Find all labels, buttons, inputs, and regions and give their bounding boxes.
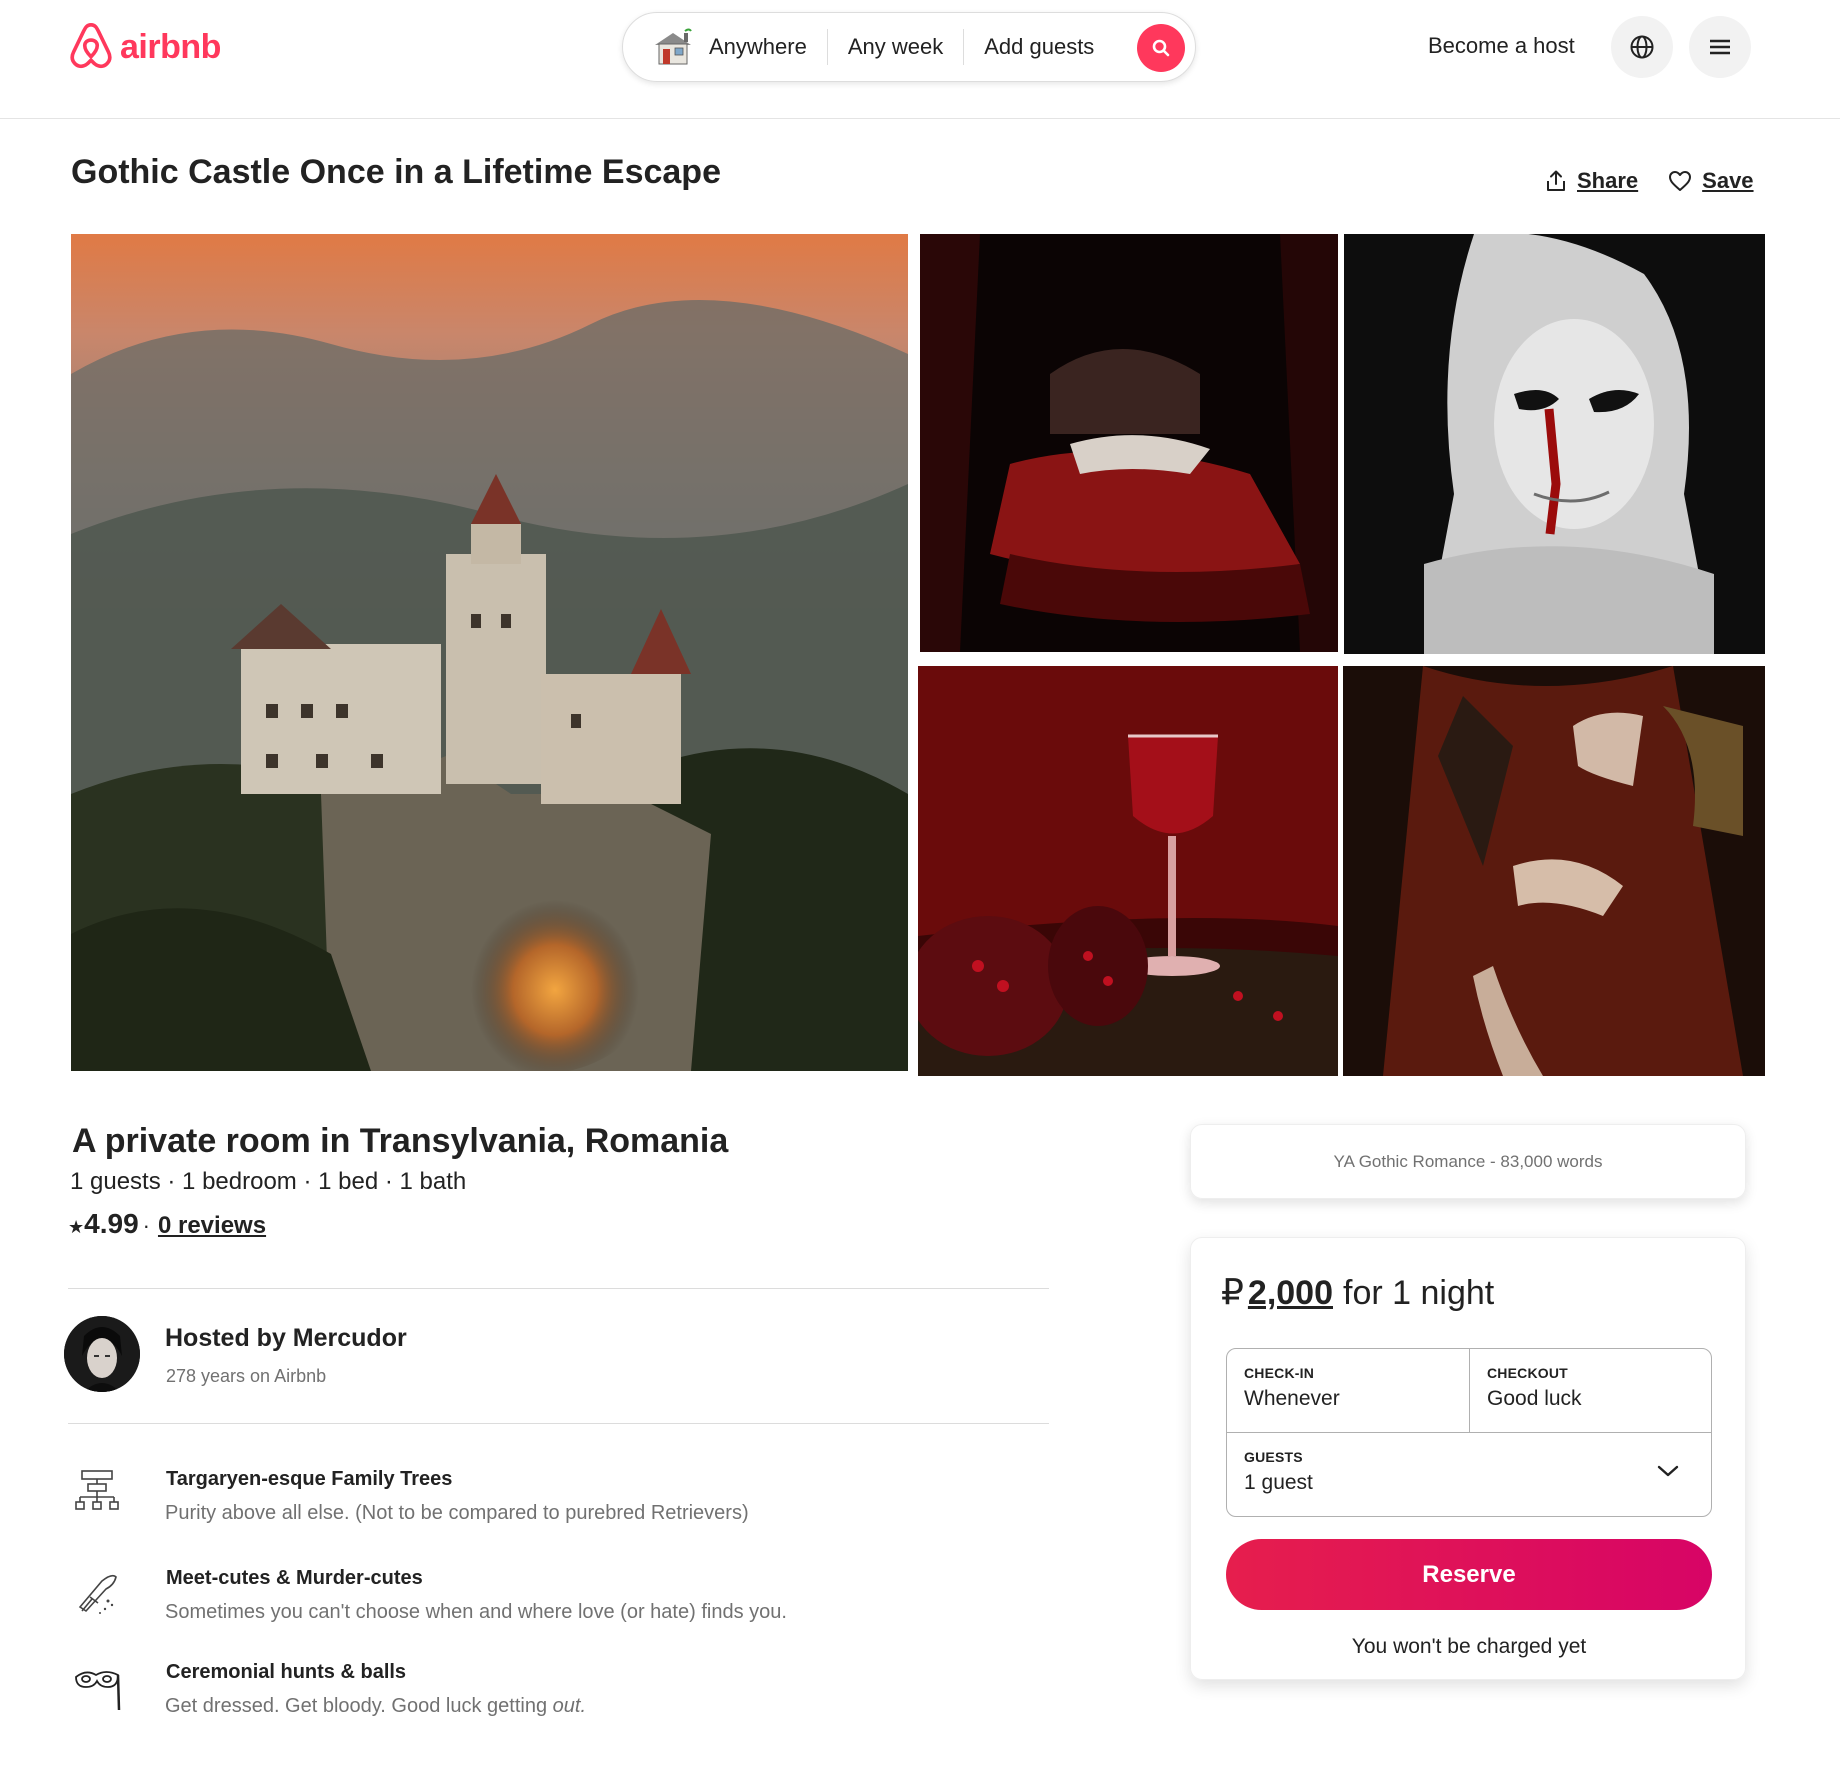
menu-button[interactable] bbox=[1689, 16, 1751, 78]
host-name: Hosted by Mercudor bbox=[165, 1324, 407, 1352]
airbnb-belo-icon bbox=[70, 22, 112, 69]
guests-value: 1 guest bbox=[1244, 1471, 1313, 1494]
currency-symbol: ₽ bbox=[1221, 1271, 1244, 1312]
rating-value: 4.99 bbox=[84, 1208, 139, 1239]
checkout-field[interactable]: CHECKOUT Good luck bbox=[1470, 1349, 1711, 1433]
checkin-value: Whenever bbox=[1244, 1387, 1340, 1410]
listing-title: Gothic Castle Once in a Lifetime Escape bbox=[71, 153, 721, 191]
section-divider bbox=[68, 1288, 1049, 1289]
checkin-label: CHECK-IN bbox=[1244, 1365, 1315, 1381]
price-amount[interactable]: 2,000 bbox=[1248, 1274, 1333, 1313]
price-period: for 1 night bbox=[1343, 1274, 1495, 1312]
host-avatar-image bbox=[64, 1316, 140, 1392]
weeping-statue-image bbox=[1344, 234, 1765, 654]
rating-separator: · bbox=[142, 1213, 150, 1238]
guests-field[interactable]: GUESTS 1 guest bbox=[1227, 1433, 1711, 1516]
feature-title: Ceremonial hunts & balls bbox=[166, 1661, 407, 1683]
no-charge-note: You won't be charged yet bbox=[1351, 1635, 1587, 1658]
listing-actions: Share Save bbox=[1545, 168, 1754, 194]
feature-title: Meet-cutes & Murder-cutes bbox=[166, 1567, 423, 1589]
share-label: Share bbox=[1577, 168, 1639, 193]
rating-row: ★ 4.99 · 0 reviews bbox=[68, 1208, 266, 1240]
knife-icon bbox=[78, 1574, 117, 1614]
save-button[interactable]: Save bbox=[1668, 168, 1754, 194]
wine-photo[interactable] bbox=[918, 666, 1338, 1076]
search-button[interactable] bbox=[1137, 24, 1185, 72]
hamburger-menu-icon bbox=[1710, 39, 1730, 55]
gown-photo[interactable] bbox=[1343, 666, 1765, 1076]
search-dates[interactable]: Any week bbox=[828, 34, 963, 60]
feature-description: Sometimes you can't choose when and wher… bbox=[165, 1601, 787, 1623]
castle-photo[interactable] bbox=[71, 234, 908, 1071]
reserve-button[interactable]: Reserve bbox=[1226, 1539, 1712, 1610]
language-button[interactable] bbox=[1611, 16, 1673, 78]
airbnb-logo[interactable]: airbnb bbox=[68, 22, 221, 72]
date-guest-picker: CHECK-IN Whenever CHECKOUT Good luck GUE… bbox=[1226, 1348, 1712, 1517]
feature-description-text: Get dressed. Get bloody. Good luck getti… bbox=[165, 1695, 553, 1717]
wine-pomegranate-image bbox=[918, 666, 1338, 1076]
feature-description-emphasis: out. bbox=[552, 1695, 586, 1717]
listing-subtitle: A private room in Transylvania, Romania bbox=[72, 1122, 729, 1160]
checkout-value: Good luck bbox=[1487, 1387, 1582, 1410]
heart-icon bbox=[1669, 171, 1692, 191]
share-icon bbox=[1547, 170, 1565, 191]
guests-label: GUESTS bbox=[1244, 1449, 1303, 1465]
feature-title: Targaryen-esque Family Trees bbox=[166, 1468, 453, 1490]
search-icon bbox=[1152, 39, 1170, 57]
statue-photo[interactable] bbox=[1344, 234, 1765, 654]
gothic-bed-image bbox=[920, 234, 1338, 652]
logo-wordmark: airbnb bbox=[120, 27, 221, 66]
gothic-gown-image bbox=[1343, 666, 1765, 1076]
reviews-link[interactable]: 0 reviews bbox=[158, 1212, 266, 1240]
booking-card: ₽ 2,000 for 1 night CHECK-IN Whenever CH… bbox=[1190, 1237, 1746, 1680]
section-divider bbox=[68, 1423, 1049, 1424]
host-tenure: 278 years on Airbnb bbox=[166, 1366, 327, 1386]
host-avatar[interactable] bbox=[64, 1316, 140, 1392]
top-nav: airbnb Anywhere Any week Add guests Beco… bbox=[0, 0, 1840, 119]
globe-icon bbox=[1630, 35, 1654, 59]
become-host-link[interactable]: Become a host bbox=[1428, 33, 1575, 59]
checkin-field[interactable]: CHECK-IN Whenever bbox=[1227, 1349, 1470, 1433]
save-label: Save bbox=[1702, 168, 1754, 193]
share-button[interactable]: Share bbox=[1545, 168, 1638, 194]
bedroom-photo[interactable] bbox=[920, 234, 1338, 652]
castle-image bbox=[71, 234, 908, 1071]
family-tree-icon bbox=[75, 1470, 119, 1510]
search-guests[interactable]: Add guests bbox=[964, 34, 1114, 60]
chevron-down-icon bbox=[1657, 1465, 1679, 1477]
checkout-label: CHECKOUT bbox=[1487, 1365, 1568, 1381]
feature-description: Purity above all else. (Not to be compar… bbox=[165, 1502, 749, 1524]
house-icon bbox=[655, 28, 692, 65]
search-location[interactable]: Anywhere bbox=[695, 34, 827, 60]
search-bar[interactable]: Anywhere Any week Add guests bbox=[622, 12, 1196, 82]
masquerade-mask-icon bbox=[75, 1671, 121, 1711]
star-icon: ★ bbox=[68, 1217, 85, 1237]
price-row: ₽ 2,000 for 1 night bbox=[1221, 1271, 1494, 1313]
feature-description: Get dressed. Get bloody. Good luck getti… bbox=[165, 1695, 586, 1718]
genre-card: YA Gothic Romance - 83,000 words bbox=[1190, 1124, 1746, 1199]
listing-specs: 1 guests · 1 bedroom · 1 bed · 1 bath bbox=[70, 1168, 467, 1195]
